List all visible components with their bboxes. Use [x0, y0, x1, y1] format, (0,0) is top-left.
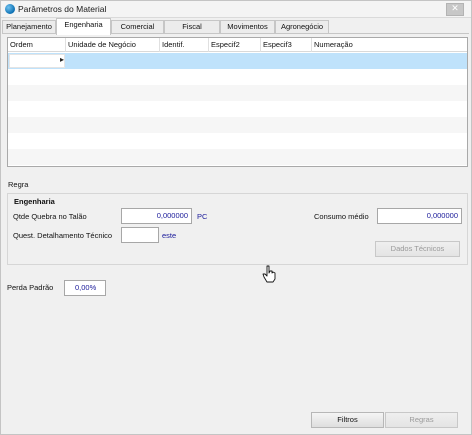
filtros-button[interactable]: Filtros	[311, 412, 384, 428]
window-title: Parâmetros do Material	[18, 4, 107, 14]
tab-engenharia[interactable]: Engenharia	[56, 18, 111, 35]
tab-planejamento[interactable]: Planejamento	[2, 20, 56, 34]
consumo-medio-field[interactable]: 0,000000	[377, 208, 462, 224]
title-bar: Parâmetros do Material ✕	[1, 1, 471, 18]
active-cell[interactable]	[9, 54, 65, 68]
perda-padrao-label: Perda Padrão	[7, 283, 54, 292]
column-header-identif[interactable]: Identif.	[160, 38, 209, 52]
regras-button[interactable]: Regras	[385, 412, 458, 428]
parametros-material-window: Parâmetros do Material ✕ Planejamento En…	[0, 0, 472, 435]
dados-tecnicos-button[interactable]: Dados Técnicos	[375, 241, 460, 257]
column-header-especif2[interactable]: Especif2	[209, 38, 261, 52]
perda-padrao-field[interactable]: 0,00%	[64, 280, 106, 296]
tab-agronegocio[interactable]: Agronegócio	[275, 20, 329, 34]
hand-cursor-icon	[262, 265, 276, 283]
table-row[interactable]	[8, 117, 467, 133]
table-row-selected[interactable]: ▸	[8, 53, 467, 69]
tab-fiscal[interactable]: Fiscal	[164, 20, 220, 34]
column-header-numeracao[interactable]: Numeração	[312, 38, 467, 52]
tab-comercial[interactable]: Comercial	[111, 20, 164, 34]
table-row[interactable]	[8, 101, 467, 117]
engenharia-group-title: Engenharia	[14, 197, 55, 206]
grid-header: Ordem Unidade de Negócio Identif. Especi…	[8, 38, 467, 52]
quest-detalhamento-label: Quest. Detalhamento Técnico	[13, 231, 113, 240]
close-button[interactable]: ✕	[446, 3, 464, 16]
quest-detalhamento-unit: este	[162, 231, 177, 240]
column-header-ordem[interactable]: Ordem	[8, 38, 66, 52]
app-icon	[5, 4, 15, 14]
qtde-quebra-field[interactable]: 0,000000	[121, 208, 192, 224]
column-header-especif3[interactable]: Especif3	[261, 38, 312, 52]
quest-detalhamento-field[interactable]	[121, 227, 159, 243]
tab-movimentos[interactable]: Movimentos	[220, 20, 275, 34]
regras-grid[interactable]: Ordem Unidade de Negócio Identif. Especi…	[7, 37, 468, 167]
qtde-quebra-unit: PC	[197, 212, 208, 221]
engenharia-group: Engenharia Qtde Quebra no Talão 0,000000…	[7, 193, 468, 265]
table-row[interactable]	[8, 69, 467, 85]
tab-strip: Planejamento Engenharia Comercial Fiscal…	[1, 18, 471, 35]
column-header-unidade-negocio[interactable]: Unidade de Negócio	[66, 38, 160, 52]
row-indicator-icon: ▸	[60, 55, 65, 64]
consumo-medio-label: Consumo médio	[314, 212, 369, 221]
table-row[interactable]	[8, 85, 467, 101]
table-row[interactable]	[8, 133, 467, 149]
qtde-quebra-label: Qtde Quebra no Talão	[13, 212, 87, 221]
table-row[interactable]	[8, 149, 467, 165]
regra-label: Regra	[8, 180, 29, 189]
